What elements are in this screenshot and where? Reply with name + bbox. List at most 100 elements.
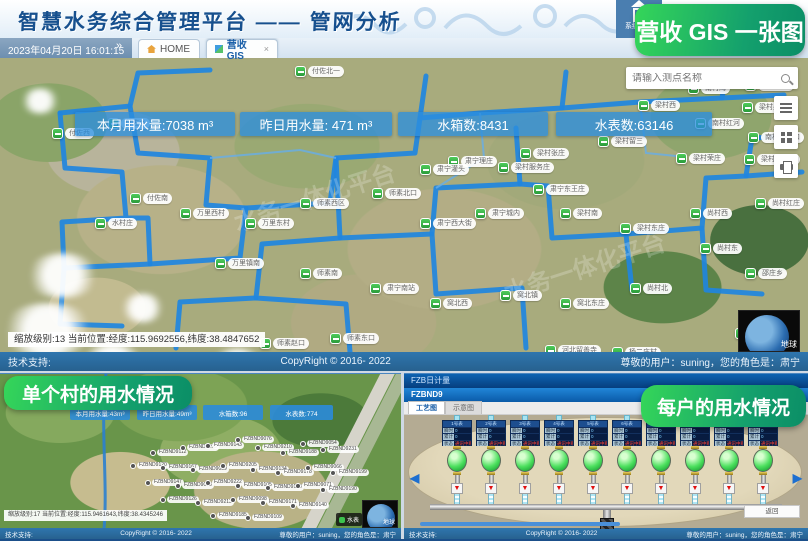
meter-marker-icon [235,483,241,489]
meter-device[interactable]: 1号表瞬时0累计0状态通讯中断▼ [442,415,472,529]
row-value: 0 [658,428,675,433]
map-marker[interactable]: 万里西村 [180,208,229,219]
map-marker[interactable]: 梁村服务庄 [498,162,554,173]
vertical-pipe [557,475,562,483]
flow-indicator-icon: ▼ [485,483,497,494]
row-label: 累计 [681,434,692,439]
map-marker[interactable]: 梁村南 [560,208,602,219]
marker-label: 师素南 [313,268,342,279]
row-label: 瞬时 [715,428,726,433]
map-marker[interactable]: 万里镇南 [215,258,264,269]
map-marker[interactable]: 付佐南 [130,193,172,204]
marker-label: 肃宁灌头 [433,164,469,175]
map-marker[interactable]: FZBND9140 [290,502,329,509]
village-basemap-switcher[interactable]: 地球 [362,500,398,528]
map-marker[interactable]: 梁村东庄 [620,223,669,234]
main-gis-map[interactable]: 水务一体化平台 水务一体化平台 付佐北一南村东惠庄南村湾南村魏庄梁村西梁村吴中庄… [0,58,808,352]
tab-home[interactable]: HOME [138,39,200,58]
marker-label: 尚村西 [703,208,732,219]
map-marker[interactable]: 师素北口 [372,188,421,199]
marker-label: 梁村荣庄 [689,153,725,164]
tab-revenue-gis[interactable]: 营收GIS × [206,39,278,58]
map-marker[interactable]: FZBND9199 [330,469,369,476]
meter-device[interactable]: 5号表瞬时0累计0状态通讯中断▼ [578,415,608,529]
flow-indicator-icon: ▼ [519,483,531,494]
basemap-switcher[interactable]: 地球 [738,310,800,352]
map-marker[interactable]: 尚村西 [690,208,732,219]
meter-device[interactable]: 9号表瞬时0累计0状态通讯中断▼ [714,415,744,529]
device-data-row: 累计0 [477,433,505,439]
map-marker[interactable]: 万里东村 [245,218,294,229]
device-data-row: 瞬时0 [715,427,743,433]
map-marker[interactable]: 窝北东庄 [560,298,609,309]
tab-process-diagram[interactable]: 工艺图 [408,401,445,414]
map-marker[interactable]: 尚村东 [700,243,742,254]
map-marker[interactable]: 师素南 [300,268,342,279]
tab-close-icon[interactable]: × [264,44,269,54]
map-marker[interactable]: 梁村留三 [598,136,647,147]
map-marker[interactable]: 师素赵口 [260,338,309,349]
row-value: 0 [488,434,505,439]
map-marker[interactable]: 河北留善寺 [545,345,601,352]
meter-device[interactable]: 3号表瞬时0累计0状态通讯中断▼ [510,415,540,529]
print-tool-button[interactable] [774,154,798,178]
tab-schematic[interactable]: 示意图 [445,401,482,414]
village-legend[interactable]: 水表 [336,513,362,526]
meter-marker-icon [220,463,226,469]
meter-marker-icon [320,487,326,493]
map-marker[interactable]: FZBND9213 [195,499,234,506]
valve-bulb-icon [685,449,705,472]
meter-device[interactable]: 2号表瞬时0累计0状态通讯中断▼ [476,415,506,529]
search-input[interactable] [626,73,781,84]
map-marker[interactable]: 肃宁城内 [475,208,524,219]
map-marker[interactable]: 邵庄乡 [745,268,787,279]
map-marker[interactable]: FZBND9185 [210,512,249,519]
meter-marker-icon [205,443,211,449]
map-marker[interactable]: FZBND9109 [245,514,284,521]
map-marker[interactable]: 窝北西 [430,298,472,309]
search-icon[interactable] [781,74,790,83]
grid-tool-button[interactable] [774,125,798,149]
stat-yesterday-usage: 昨日用水量: 471 m³ [240,112,392,136]
map-marker[interactable]: 梁村荣庄 [676,153,725,164]
marker-label: FZBND9231 [327,446,359,453]
device-data-row: 状态通讯中断 [477,440,505,446]
meter-device[interactable]: 7号表瞬时0累计0状态通讯中断▼ [646,415,676,529]
horizontal-scrollbar[interactable] [420,522,620,526]
meter-device[interactable]: 4号表瞬时0累计0状态通讯中断▼ [544,415,574,529]
vertical-pipe [727,475,732,483]
back-button[interactable]: 返回 [744,505,800,518]
map-marker[interactable]: FZBND9126 [160,496,199,503]
map-marker[interactable]: 肃宁东王庄 [533,184,589,195]
next-page-arrow[interactable]: ▶ [793,471,802,485]
marker-label: 梁村留三 [611,136,647,147]
map-marker[interactable]: 窝北镇 [500,290,542,301]
marker-label: 梁村张庄 [533,148,569,159]
map-marker[interactable]: 水村庄 [95,218,137,229]
map-marker[interactable]: FZBND9143 [205,442,244,449]
annotation-badge-gis: 营收 GIS 一张图 [635,4,805,56]
meter-marker-icon [598,136,609,147]
collapse-arrow[interactable]: » [116,40,122,52]
meter-device[interactable]: 6号表瞬时0累计0状态通讯中断▼ [612,415,642,529]
map-marker[interactable]: 尚村红庄 [755,198,804,209]
map-marker[interactable]: 付佐北一 [295,66,344,77]
meter-marker-icon [150,450,156,456]
meter-marker-icon [520,148,531,159]
map-marker[interactable]: 师素西区 [300,198,349,209]
meter-device[interactable]: 8号表瞬时0累计0状态通讯中断▼ [680,415,710,529]
map-marker[interactable]: FZBND9190 [320,486,359,493]
map-marker[interactable]: 肃宁南站 [370,283,419,294]
map-marker[interactable]: 师素东口 [330,333,379,344]
map-marker[interactable]: FZBND9231 [320,446,359,453]
map-marker[interactable]: FZBND9188 [280,449,319,456]
prev-page-arrow[interactable]: ◀ [410,471,419,485]
map-marker[interactable]: 尚村北 [630,283,672,294]
map-marker[interactable]: 肃宁灌头 [420,164,469,175]
map-marker[interactable]: 梁村张庄 [520,148,569,159]
map-marker[interactable]: FZBND9076 [235,436,274,443]
map-marker[interactable]: 梁村西 [638,100,680,111]
list-tool-button[interactable] [774,96,798,120]
row-value: 0 [624,434,641,439]
map-marker[interactable]: 肃宁西大街 [420,218,476,229]
